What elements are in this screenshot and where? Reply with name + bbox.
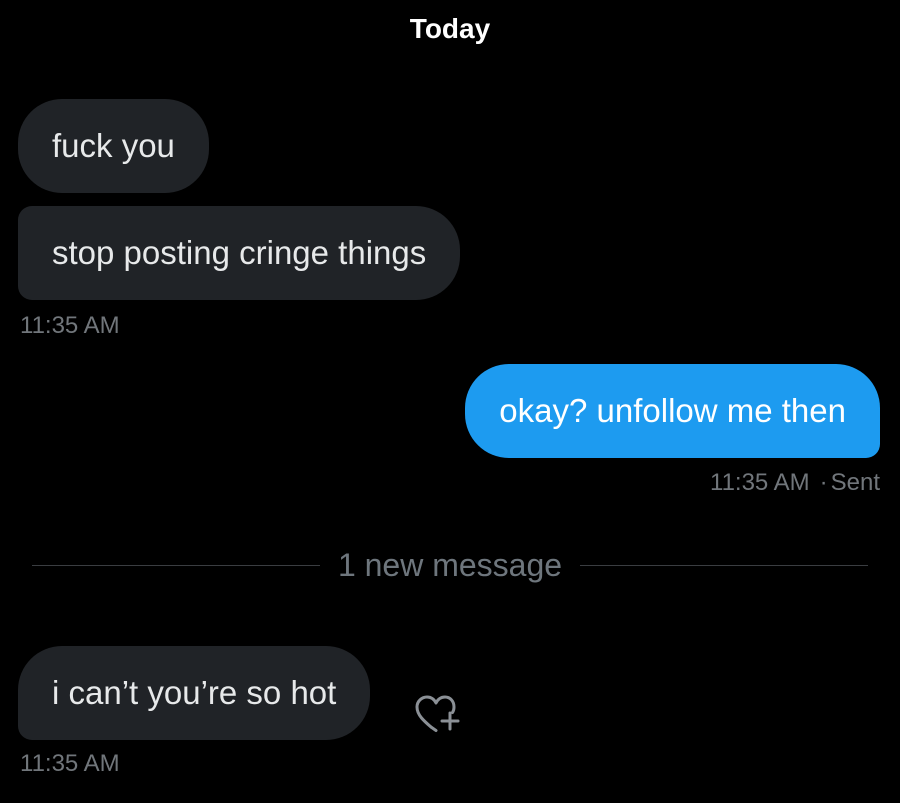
message-timestamp: 11:35 AM	[20, 312, 120, 339]
separator-dot: ·	[819, 469, 828, 496]
divider-line-right	[580, 564, 868, 566]
heart-plus-icon	[415, 695, 460, 732]
message-bubble-received[interactable]: stop posting cringe things	[18, 206, 461, 300]
message-timestamp: 11:35 AM	[710, 469, 810, 496]
message-text: stop posting cringe things	[52, 234, 427, 271]
message-text: i can’t you’re so hot	[52, 674, 337, 711]
message-bubble-received[interactable]: i can’t you’re so hot	[18, 646, 371, 740]
message-timestamp: 11:35 AM	[20, 750, 120, 777]
message-text: fuck you	[52, 127, 175, 164]
message-bubble-received[interactable]: fuck you	[18, 99, 209, 193]
date-header: Today	[409, 13, 491, 44]
new-message-label: 1 new message	[337, 546, 563, 583]
divider-line-left	[32, 564, 320, 566]
message-text: okay? unfollow me then	[499, 392, 846, 429]
message-bubble-sent[interactable]: okay? unfollow me then	[465, 364, 880, 458]
message-meta: 11:35 AM · Sent	[710, 469, 880, 497]
add-reaction-button[interactable]	[414, 693, 462, 733]
new-message-divider: 1 new message	[32, 540, 868, 590]
message-status: Sent	[830, 469, 880, 496]
